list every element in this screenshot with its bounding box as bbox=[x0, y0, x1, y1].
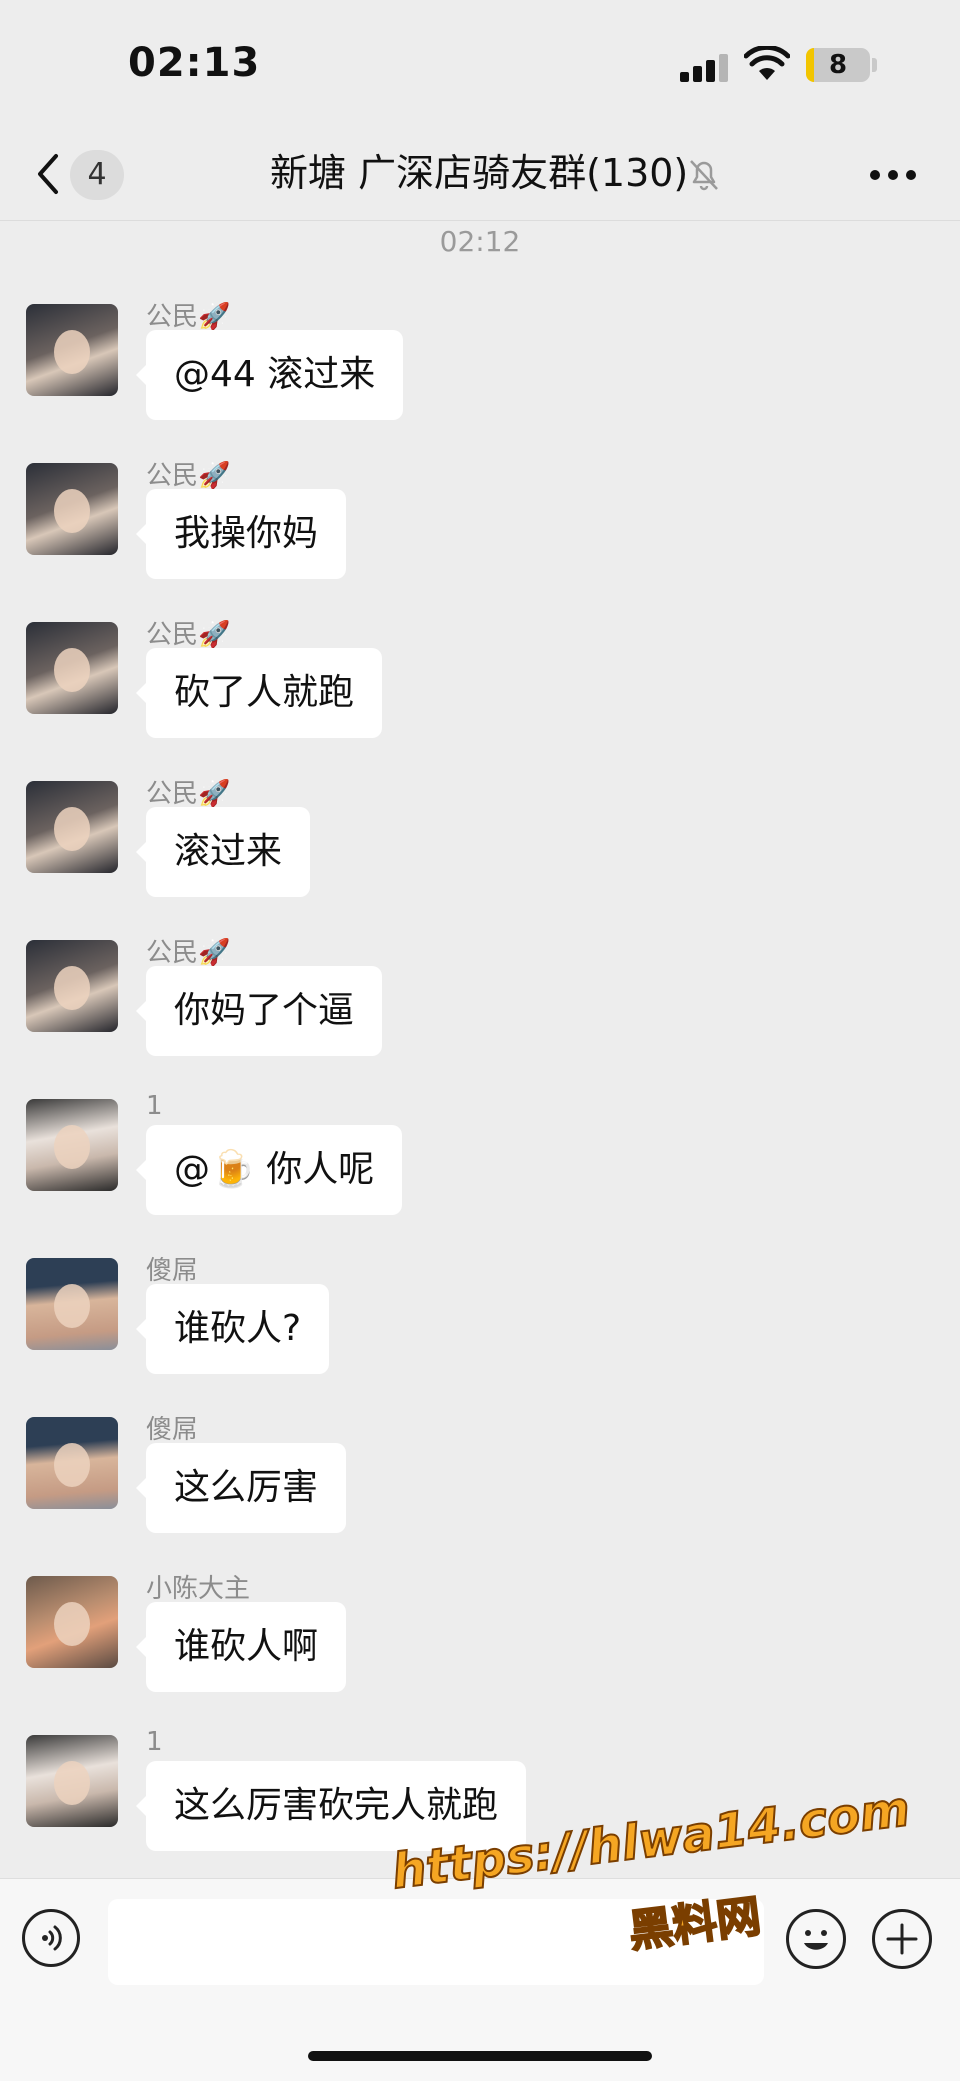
chat-title: 新塘 广深店骑友群(130) bbox=[270, 151, 689, 195]
voice-icon[interactable] bbox=[22, 1909, 80, 1967]
message-item: 傻屌 谁砍人? bbox=[0, 1256, 960, 1408]
sender-name: 公民🚀 bbox=[146, 302, 231, 332]
message-item: 公民🚀 我操你妈 bbox=[0, 461, 960, 613]
avatar[interactable] bbox=[26, 1417, 118, 1509]
message-bubble[interactable]: 这么厉害 bbox=[135, 1443, 347, 1533]
message-bubble[interactable]: 谁砍人啊 bbox=[135, 1602, 347, 1692]
avatar[interactable] bbox=[26, 1099, 118, 1191]
sender-name: 小陈大主 bbox=[146, 1574, 251, 1604]
message-item: 公民🚀 砍了人就跑 bbox=[0, 620, 960, 772]
sender-name: 傻屌 bbox=[146, 1415, 199, 1445]
avatar[interactable] bbox=[26, 1576, 118, 1668]
message-bubble[interactable]: @🍺 你人呢 bbox=[135, 1125, 403, 1215]
unread-count-badge[interactable]: 4 bbox=[70, 150, 124, 200]
message-timestamp: 02:12 bbox=[439, 225, 521, 258]
message-bubble[interactable]: 你妈了个逼 bbox=[135, 966, 383, 1056]
message-item: 1 @🍺 你人呢 bbox=[0, 1091, 960, 1249]
avatar[interactable] bbox=[26, 1258, 118, 1350]
bell-slash-icon bbox=[690, 160, 718, 191]
battery-icon: 8 bbox=[806, 48, 870, 82]
message-item: 公民🚀 滚过来 bbox=[0, 779, 960, 931]
avatar[interactable] bbox=[26, 463, 118, 555]
avatar[interactable] bbox=[26, 940, 118, 1032]
avatar[interactable] bbox=[26, 304, 118, 396]
sender-name: 公民🚀 bbox=[146, 620, 231, 650]
home-indicator bbox=[308, 2051, 652, 2061]
message-bubble[interactable]: 滚过来 bbox=[135, 807, 311, 897]
avatar[interactable] bbox=[26, 622, 118, 714]
sender-name: 1 bbox=[146, 1091, 163, 1121]
wifi-icon bbox=[744, 46, 790, 80]
message-bubble[interactable]: 砍了人就跑 bbox=[135, 648, 383, 738]
cellular-signal-icon bbox=[680, 54, 728, 82]
message-bubble[interactable]: 谁砍人? bbox=[135, 1284, 330, 1374]
message-item: 公民🚀 @44 滚过来 bbox=[0, 302, 960, 454]
watermark-name: 黑料网 bbox=[625, 1890, 764, 1959]
sender-name: 傻屌 bbox=[146, 1256, 199, 1286]
chevron-left-icon[interactable] bbox=[30, 148, 70, 200]
sender-name: 1 bbox=[146, 1727, 163, 1757]
sender-name: 公民🚀 bbox=[146, 779, 231, 809]
ellipsis-icon[interactable] bbox=[870, 170, 920, 182]
message-item: 小陈大主 谁砍人啊 bbox=[0, 1574, 960, 1726]
chat-header: 4 新塘 广深店骑友群(130) bbox=[0, 130, 960, 221]
avatar[interactable] bbox=[26, 1735, 118, 1827]
status-time: 02:13 bbox=[128, 40, 261, 86]
message-item: 公民🚀 你妈了个逼 bbox=[0, 938, 960, 1090]
sender-name: 公民🚀 bbox=[146, 461, 231, 491]
message-bubble[interactable]: @44 滚过来 bbox=[135, 330, 404, 420]
message-item: 傻屌 这么厉害 bbox=[0, 1415, 960, 1567]
avatar[interactable] bbox=[26, 781, 118, 873]
status-bar: 02:13 8 bbox=[0, 0, 960, 130]
battery-level: 8 bbox=[828, 50, 848, 80]
message-bubble[interactable]: 我操你妈 bbox=[135, 489, 347, 579]
sender-name: 公民🚀 bbox=[146, 938, 231, 968]
